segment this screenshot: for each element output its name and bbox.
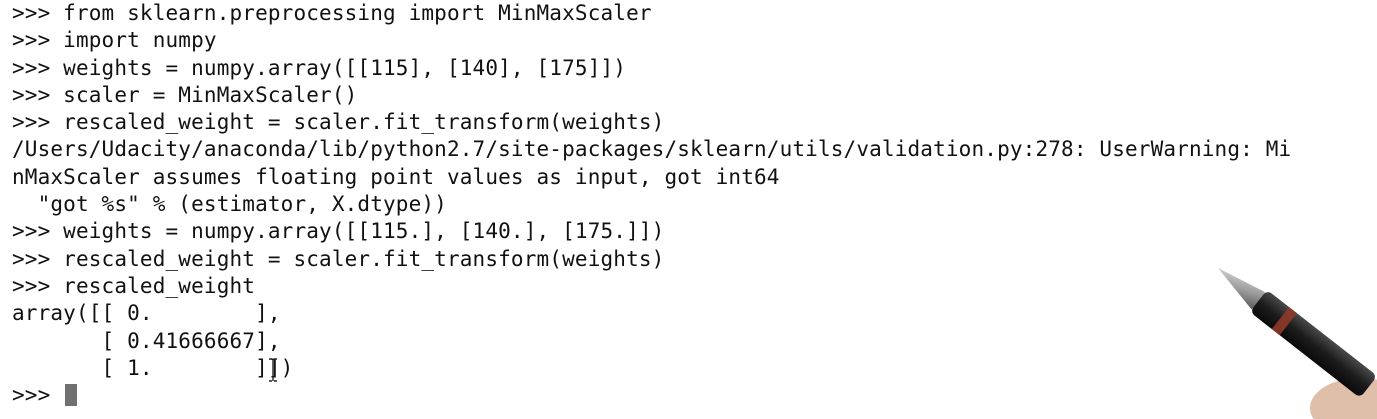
active-prompt-line[interactable]: >>> xyxy=(12,382,1291,409)
output-line: [ 0.41666667], xyxy=(12,328,281,353)
i-beam-cursor-icon xyxy=(269,358,277,382)
terminal-line: >>> import numpy xyxy=(12,28,217,53)
pen-tip-shape xyxy=(1218,268,1266,310)
terminal-caret[interactable] xyxy=(65,384,78,407)
stylus-pen xyxy=(1218,268,1377,419)
prompt-text: >>> xyxy=(12,383,64,408)
terminal-line: >>> rescaled_weight = scaler.fit_transfo… xyxy=(12,246,665,271)
terminal-line: >>> scaler = MinMaxScaler() xyxy=(12,82,358,107)
output-line: [ 1. ]]) xyxy=(12,355,294,380)
terminal-line: >>> weights = numpy.array([[115.], [140.… xyxy=(12,219,665,244)
output-line: array([[ 0. ], xyxy=(12,301,281,326)
warning-line: "got %s" % (estimator, X.dtype)) xyxy=(12,192,447,217)
terminal-output: >>> from sklearn.preprocessing import Mi… xyxy=(12,0,1291,409)
terminal-line: >>> rescaled_weight xyxy=(12,273,256,298)
terminal-line: >>> weights = numpy.array([[115], [140],… xyxy=(12,55,627,80)
warning-line: /Users/Udacity/anaconda/lib/python2.7/si… xyxy=(12,137,1292,162)
pen-body-shape xyxy=(1252,292,1375,396)
terminal-window[interactable]: >>> from sklearn.preprocessing import Mi… xyxy=(0,0,1377,419)
terminal-line: >>> from sklearn.preprocessing import Mi… xyxy=(12,1,652,25)
warning-line: nMaxScaler assumes floating point values… xyxy=(12,164,780,189)
terminal-line: >>> rescaled_weight = scaler.fit_transfo… xyxy=(12,110,665,135)
